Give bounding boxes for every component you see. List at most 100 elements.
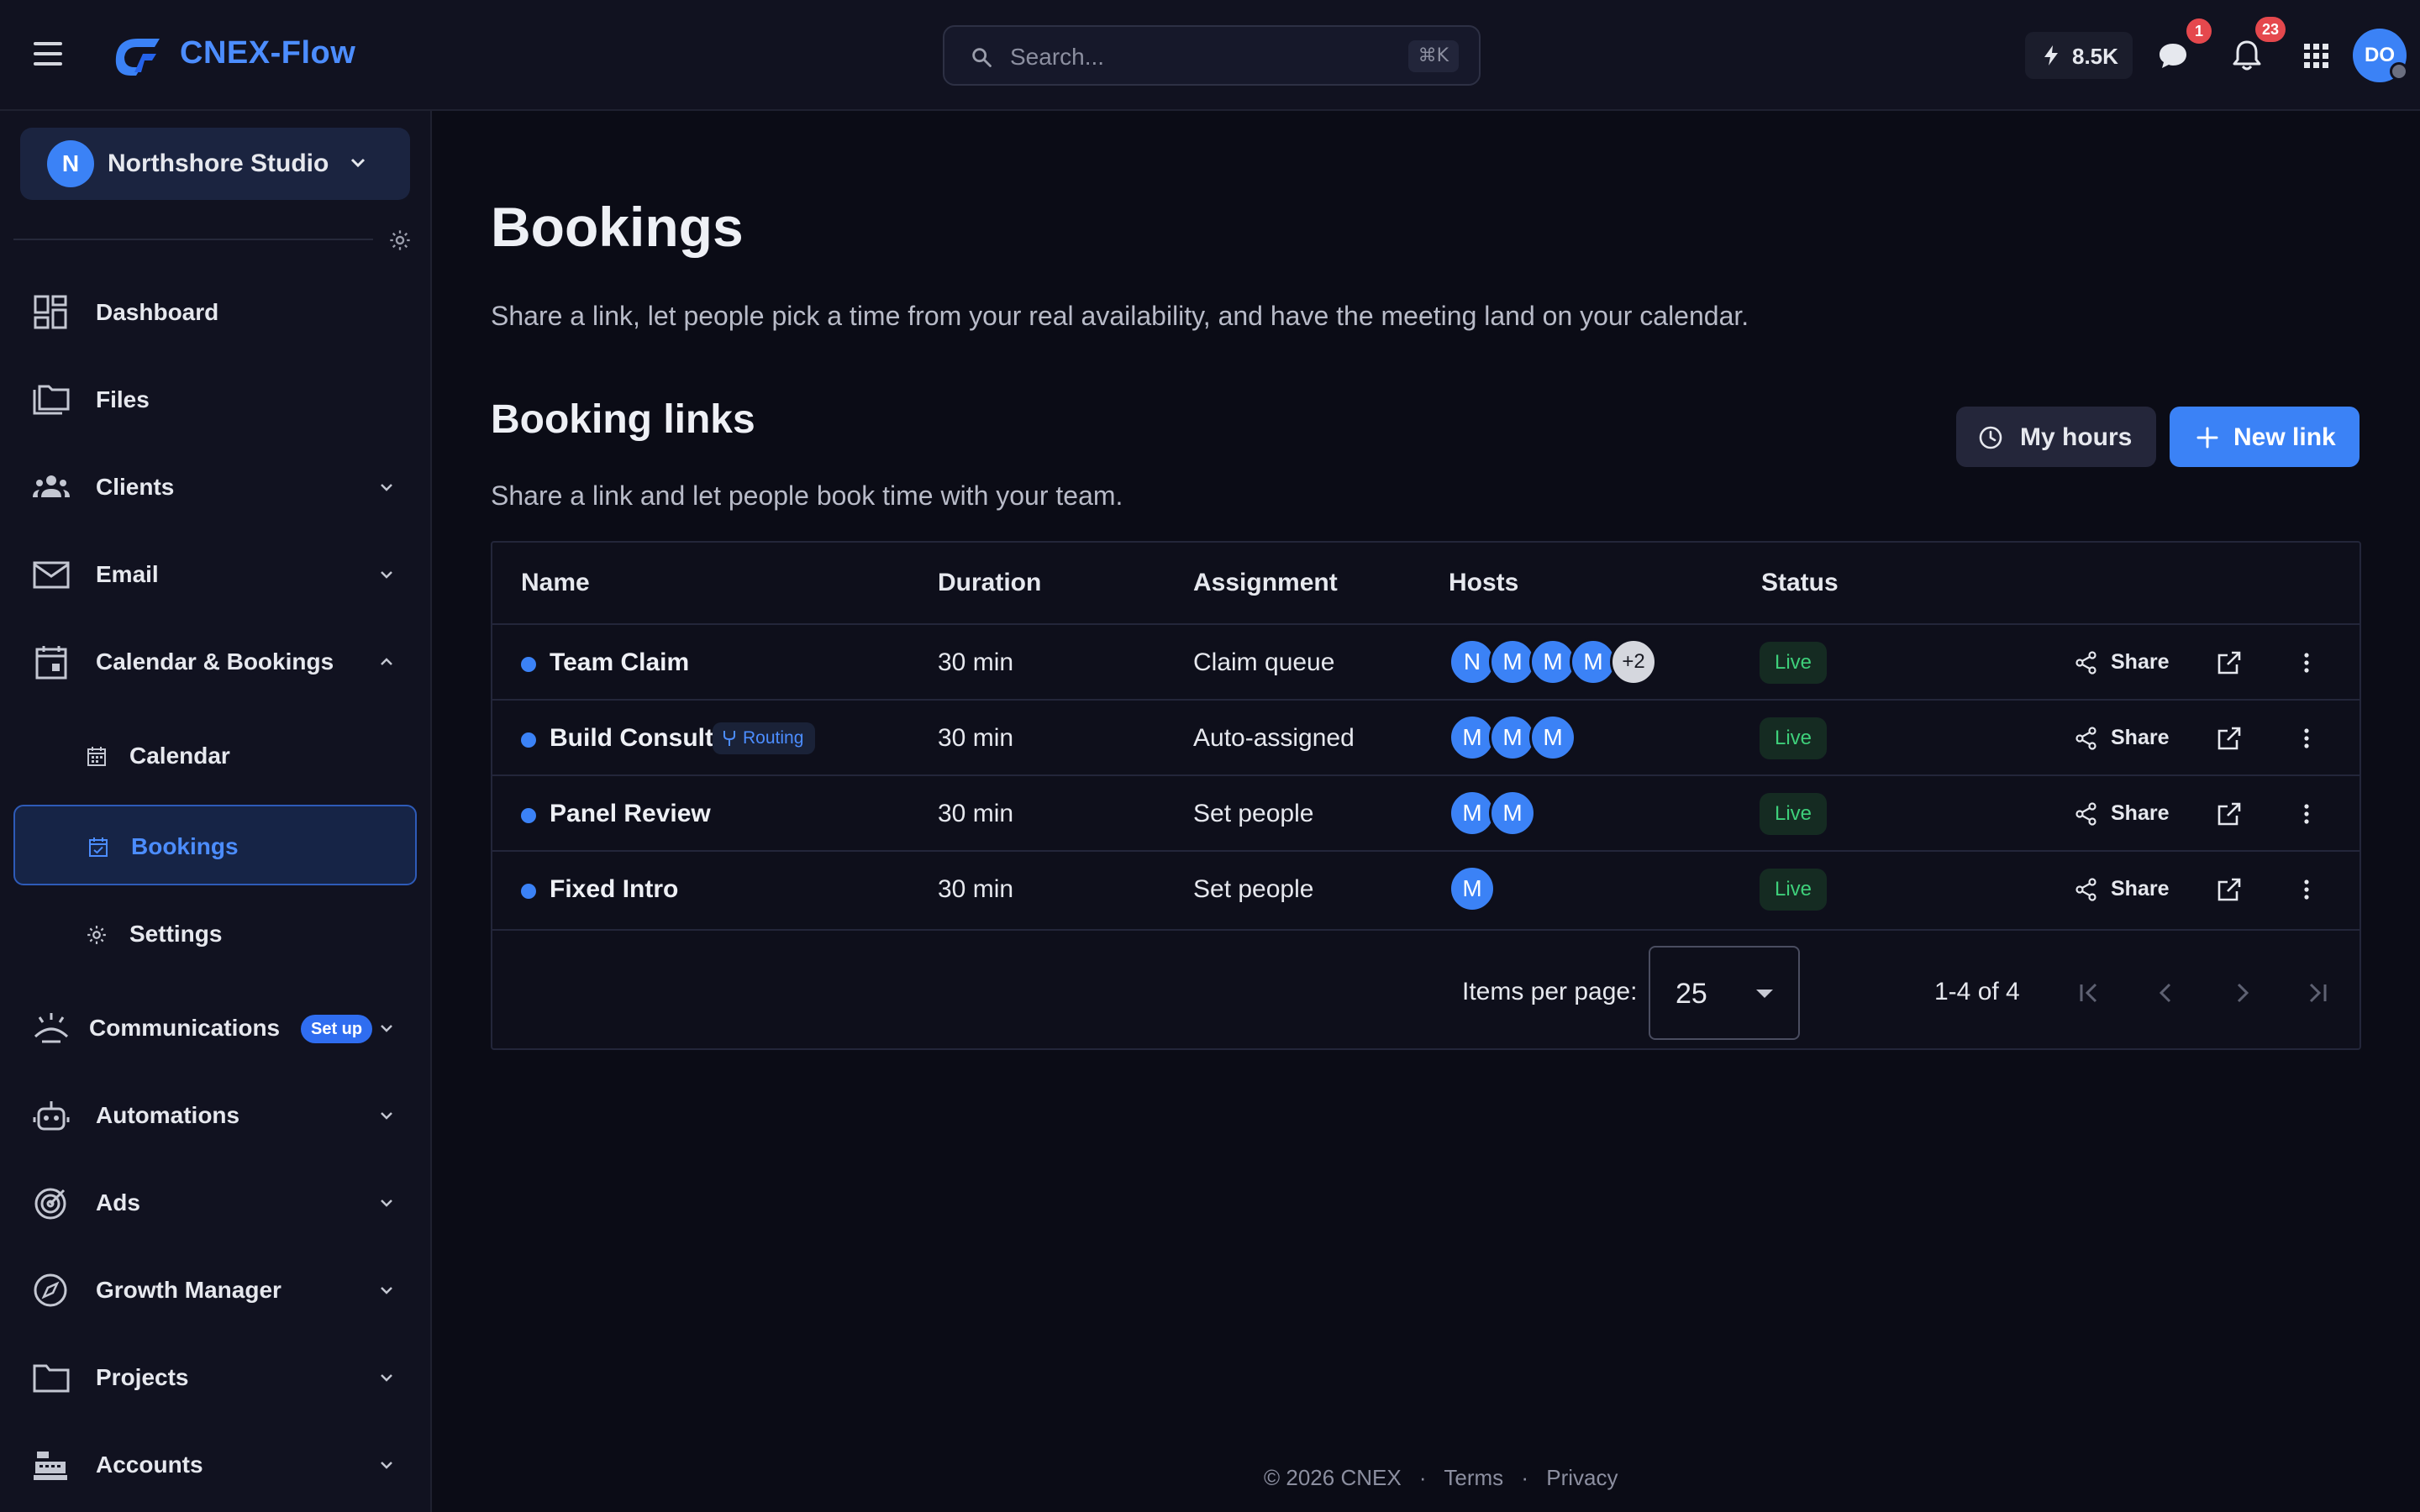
terms-link[interactable]: Terms [1444, 1465, 1503, 1490]
items-per-page-label: Items per page: [1462, 978, 1638, 1005]
more-options-icon[interactable] [2292, 648, 2321, 677]
chevron-down-icon [381, 1374, 392, 1382]
sidebar-subitem-bookings[interactable]: Bookings [13, 805, 417, 885]
status-dot [521, 808, 536, 823]
last-page-icon[interactable] [2301, 976, 2334, 1010]
app-name: CNEX-Flow [180, 35, 356, 71]
sidebar-item-projects[interactable]: Projects [0, 1339, 432, 1415]
chevron-down-icon [381, 1462, 392, 1469]
sidebar-item-clients[interactable]: Clients [0, 449, 432, 524]
items-per-page-select[interactable]: 25 [1649, 946, 1800, 1040]
pagination: Items per page: 25 1-4 of 4 [492, 929, 2360, 1052]
privacy-link[interactable]: Privacy [1546, 1465, 1618, 1490]
sidebar-item-label: Ads [96, 1189, 140, 1215]
my-hours-button[interactable]: My hours [1956, 407, 2156, 467]
next-page-icon[interactable] [2225, 976, 2259, 1010]
chevron-up-icon [381, 658, 392, 665]
host-avatar-more: +2 [1610, 638, 1657, 685]
sidebar-subitem-label: Bookings [131, 833, 239, 859]
booking-duration: 30 min [938, 648, 1014, 676]
sidebar-item-label: Dashboard [96, 299, 219, 325]
search-input[interactable]: Search... ⌘K [943, 25, 1481, 86]
booking-name[interactable]: Team Claim [550, 648, 689, 677]
column-header-hosts[interactable]: Hosts [1449, 543, 1518, 623]
user-initials: DO [2365, 44, 2395, 66]
chevron-down-icon [381, 571, 392, 579]
user-avatar[interactable]: DO [2353, 29, 2408, 82]
column-header-status[interactable]: Status [1761, 543, 1839, 623]
org-name: Northshore Studio [108, 150, 329, 177]
sidebar-item-calendar-bookings[interactable]: Calendar & Bookings [0, 623, 432, 699]
compass-icon [34, 1273, 67, 1307]
sidebar-subitem-calendar[interactable]: Calendar [13, 716, 417, 796]
dashboard-icon [34, 295, 67, 329]
credits-button[interactable]: 8.5K [2025, 32, 2133, 79]
menu-icon[interactable] [34, 42, 62, 66]
table-row[interactable]: Fixed Intro 30 min Set people M Live Sha… [492, 850, 2360, 926]
table-row[interactable]: Panel Review 30 min Set people M M Live … [492, 774, 2360, 850]
org-switcher[interactable]: N Northshore Studio [20, 128, 410, 200]
page-title: Bookings [491, 196, 744, 258]
separator: · [1521, 1465, 1529, 1490]
separator: · [1418, 1465, 1427, 1490]
bell-icon[interactable] [2228, 37, 2265, 74]
previous-page-icon[interactable] [2149, 976, 2183, 1010]
chevron-down-icon [381, 1200, 392, 1207]
share-label: Share [2111, 801, 2170, 825]
target-icon [34, 1188, 66, 1220]
register-icon [34, 1452, 67, 1480]
sidebar-item-label: Email [96, 561, 159, 587]
my-hours-label: My hours [2020, 423, 2133, 451]
column-header-assignment[interactable]: Assignment [1193, 543, 1338, 623]
sidebar-item-files[interactable]: Files [0, 361, 432, 437]
more-options-icon[interactable] [2292, 875, 2321, 904]
booking-assignment: Auto-assigned [1193, 724, 1355, 752]
calendar-icon [35, 646, 67, 680]
sidebar-item-dashboard[interactable]: Dashboard [0, 274, 432, 349]
footer: © 2026 CNEX · Terms · Privacy [1264, 1465, 1630, 1491]
sidebar-item-communications[interactable]: Communications Set up [0, 990, 432, 1065]
new-link-label: New link [2233, 423, 2336, 451]
chevron-down-icon [381, 1287, 392, 1294]
apps-grid-icon[interactable] [2297, 37, 2334, 74]
open-external-icon[interactable] [2215, 875, 2244, 904]
presence-dot [2390, 62, 2408, 81]
chat-icon[interactable] [2154, 37, 2191, 74]
sidebar-item-accounts[interactable]: Accounts [0, 1426, 432, 1502]
table-row[interactable]: Build Consult Routing 30 min Auto-assign… [492, 699, 2360, 774]
sidebar-item-email[interactable]: Email [0, 536, 432, 612]
sidebar-subitem-settings[interactable]: Settings [13, 894, 417, 974]
bolt-icon [2044, 45, 2058, 66]
bookings-icon [89, 837, 108, 857]
chevron-down-icon [381, 1025, 392, 1032]
notifications-badge: 23 [2255, 17, 2286, 42]
share-icon [2075, 802, 2096, 826]
pagination-range: 1-4 of 4 [1934, 978, 2020, 1005]
column-header-name[interactable]: Name [521, 543, 590, 623]
column-header-duration[interactable]: Duration [938, 543, 1041, 623]
booking-name[interactable]: Fixed Intro [550, 875, 678, 904]
booking-duration: 30 min [938, 724, 1014, 752]
booking-assignment: Set people [1193, 800, 1314, 827]
more-options-icon[interactable] [2292, 800, 2321, 828]
plus-icon [2196, 427, 2218, 449]
open-external-icon[interactable] [2215, 724, 2244, 753]
more-options-icon[interactable] [2292, 724, 2321, 753]
open-external-icon[interactable] [2215, 648, 2244, 677]
booking-name[interactable]: Build Consult [550, 724, 713, 753]
search-icon [972, 48, 992, 67]
new-link-button[interactable]: New link [2170, 407, 2360, 467]
table-row[interactable]: Team Claim 30 min Claim queue N M M M +2… [492, 623, 2360, 699]
sidebar-subitem-label: Settings [129, 921, 223, 947]
sidebar-item-ads[interactable]: Ads [0, 1164, 432, 1240]
gear-icon[interactable] [388, 228, 412, 252]
share-icon [2075, 727, 2096, 750]
share-label: Share [2111, 726, 2170, 749]
communications-icon [34, 1013, 69, 1043]
booking-name[interactable]: Panel Review [550, 800, 711, 828]
sidebar-item-growth-manager[interactable]: Growth Manager [0, 1252, 432, 1327]
calendar-small-icon [87, 747, 106, 766]
sidebar-item-automations[interactable]: Automations [0, 1077, 432, 1152]
first-page-icon[interactable] [2072, 976, 2106, 1010]
open-external-icon[interactable] [2215, 800, 2244, 828]
